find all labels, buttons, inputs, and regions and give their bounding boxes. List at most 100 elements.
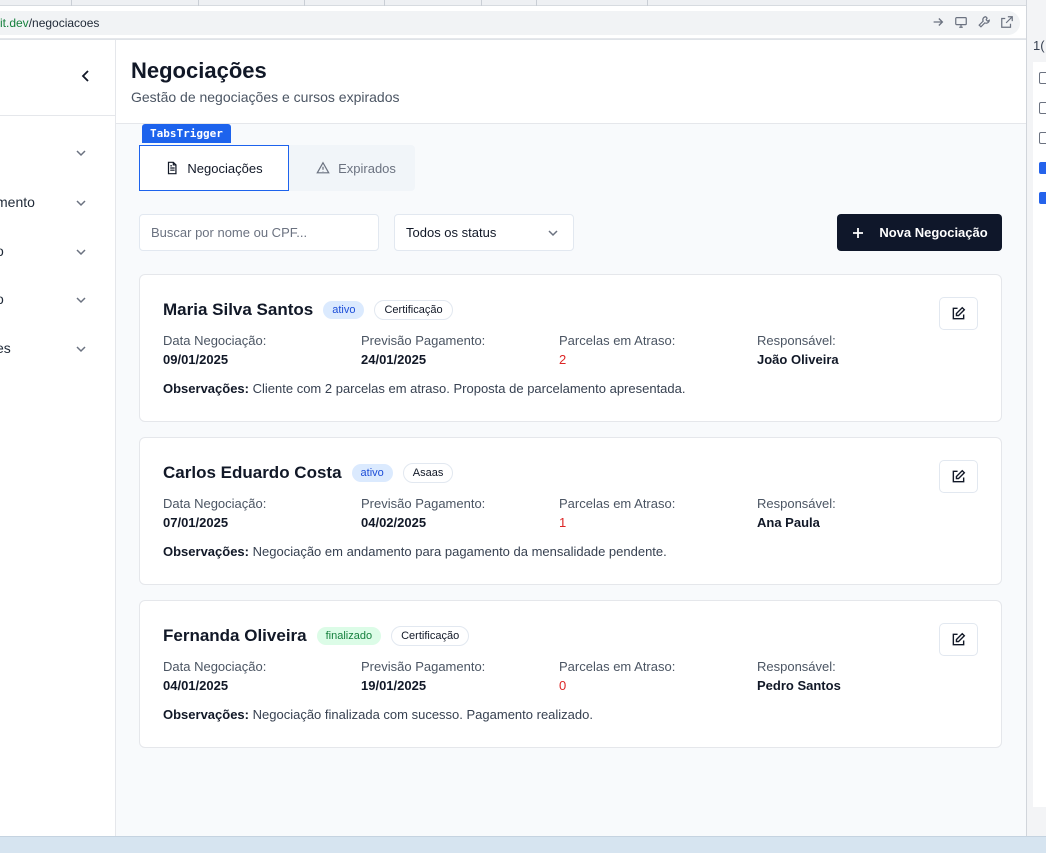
obs-label: Observações: [163, 381, 249, 396]
chevron-left-icon[interactable] [78, 68, 94, 84]
status-select-value: Todos os status [406, 225, 497, 240]
adjacent-checkbox-checked[interactable] [1039, 192, 1046, 204]
adjacent-checkbox[interactable] [1039, 72, 1046, 84]
go-arrow-icon[interactable] [931, 15, 945, 32]
chevron-down-icon [547, 227, 559, 239]
sidebar-item[interactable]: o [0, 236, 116, 266]
client-name: Maria Silva Santos [163, 300, 314, 319]
tabs-list: Negociações Expirados [139, 145, 415, 191]
adjacent-checkbox[interactable] [1039, 132, 1046, 144]
field-previsao: Previsão Pagamento: 24/01/2025 [361, 333, 485, 367]
obs-label: Observações: [163, 707, 249, 722]
url-field[interactable]: it.dev/negociacoes [0, 11, 1020, 35]
field-label: Previsão Pagamento: [361, 496, 486, 511]
sidebar-item[interactable]: es [0, 333, 116, 363]
chevron-down-icon [75, 293, 87, 305]
status-badge: ativo [323, 301, 365, 319]
new-negociacao-button[interactable]: Nova Negociação [837, 214, 1002, 251]
os-taskbar-edge [0, 836, 1046, 853]
page-title: Negociações [131, 58, 267, 83]
sidebar-item[interactable] [0, 137, 116, 167]
field-label: Data Negociação: [163, 333, 267, 348]
type-tag: Asaas [402, 463, 454, 483]
tab-label: Expirados [338, 160, 396, 176]
edit-button[interactable] [939, 297, 978, 330]
app-root: mento o o es Negociações Gestão de negoc… [0, 40, 1026, 836]
field-label: Responsável: [757, 659, 836, 674]
field-value: 0 [559, 678, 567, 693]
field-value: 04/02/2025 [361, 515, 427, 530]
sidebar-item[interactable]: o [0, 284, 116, 314]
field-responsavel: Responsável: Pedro Santos [757, 659, 841, 693]
field-value: 07/01/2025 [163, 515, 229, 530]
field-value: 24/01/2025 [361, 352, 427, 367]
field-label: Parcelas em Atraso: [559, 659, 676, 674]
tab-label: Negociações [187, 160, 263, 176]
negociacao-card: Maria Silva Santos ativo Certificação Da… [139, 274, 1002, 422]
field-parcelas: Parcelas em Atraso: 1 [559, 496, 675, 530]
field-label: Previsão Pagamento: [361, 333, 486, 348]
chevron-down-icon [75, 196, 87, 208]
chevron-down-icon [75, 342, 87, 354]
dev-component-badge: TabsTrigger [142, 124, 231, 143]
url-host: it.dev [0, 16, 29, 30]
tab-expirados[interactable]: Expirados [297, 145, 415, 191]
search-input[interactable] [139, 214, 379, 251]
field-value: 09/01/2025 [163, 352, 229, 367]
plus-icon [853, 227, 864, 238]
field-value: 2 [559, 352, 567, 367]
edit-button[interactable] [939, 460, 978, 493]
adjacent-checkbox[interactable] [1039, 102, 1046, 114]
field-label: Parcelas em Atraso: [559, 333, 676, 348]
file-text-icon [168, 161, 177, 175]
chevron-down-icon [75, 146, 87, 158]
tab-negociacoes[interactable]: Negociações [139, 145, 289, 191]
status-select[interactable]: Todos os status [394, 214, 574, 251]
edit-button[interactable] [939, 623, 978, 656]
negociacao-card: Carlos Eduardo Costa ativo Asaas Data Ne… [139, 437, 1002, 585]
edit-icon [952, 306, 966, 320]
page-header: Negociações Gestão de negociações e curs… [116, 40, 1026, 124]
observacoes: Observações: Negociação finalizada com s… [163, 707, 593, 722]
field-value: Pedro Santos [757, 678, 841, 693]
client-name: Carlos Eduardo Costa [163, 463, 342, 482]
wrench-icon[interactable] [977, 15, 991, 32]
sidebar-item-label: o [0, 291, 4, 307]
sidebar-item-label: o [0, 243, 4, 259]
field-parcelas: Parcelas em Atraso: 2 [559, 333, 675, 367]
negociacao-card: Fernanda Oliveira finalizado Certificaçã… [139, 600, 1002, 748]
field-label: Parcelas em Atraso: [559, 496, 676, 511]
field-label: Previsão Pagamento: [361, 659, 486, 674]
observacoes: Observações: Negociação em andamento par… [163, 544, 667, 559]
monitor-icon[interactable] [954, 15, 968, 32]
main-content: Negociações Gestão de negociações e curs… [116, 40, 1026, 836]
field-responsavel: Responsável: Ana Paula [757, 496, 836, 530]
alert-triangle-icon [316, 161, 330, 174]
status-badge: ativo [351, 464, 393, 482]
field-data: Data Negociação: 09/01/2025 [163, 333, 266, 367]
obs-text: Negociação em andamento para pagamento d… [252, 544, 667, 559]
observacoes: Observações: Cliente com 2 parcelas em a… [163, 381, 685, 396]
field-label: Responsável: [757, 333, 836, 348]
field-value: João Oliveira [757, 352, 839, 367]
edit-icon [952, 632, 966, 646]
adjacent-checkbox-checked[interactable] [1039, 162, 1046, 174]
adjacent-window-strip: 1( [1026, 0, 1046, 853]
client-name: Fernanda Oliveira [163, 626, 307, 645]
type-tag: Certificação [391, 626, 470, 646]
status-badge: finalizado [316, 627, 382, 645]
new-negociacao-label: Nova Negociação [879, 225, 988, 240]
field-value: Ana Paula [757, 515, 820, 530]
chevron-down-icon [75, 245, 87, 257]
url-path: /negociacoes [28, 16, 100, 30]
type-tag: Certificação [374, 300, 453, 320]
obs-text: Negociação finalizada com sucesso. Pagam… [252, 707, 593, 722]
field-value: 1 [559, 515, 567, 530]
field-label: Data Negociação: [163, 496, 267, 511]
obs-label: Observações: [163, 544, 249, 559]
address-bar: it.dev/negociacoes [0, 6, 1026, 39]
external-link-icon[interactable] [1000, 15, 1014, 32]
sidebar-item[interactable]: mento [0, 187, 116, 217]
obs-text: Cliente com 2 parcelas em atraso. Propos… [252, 381, 686, 396]
field-value: 19/01/2025 [361, 678, 427, 693]
